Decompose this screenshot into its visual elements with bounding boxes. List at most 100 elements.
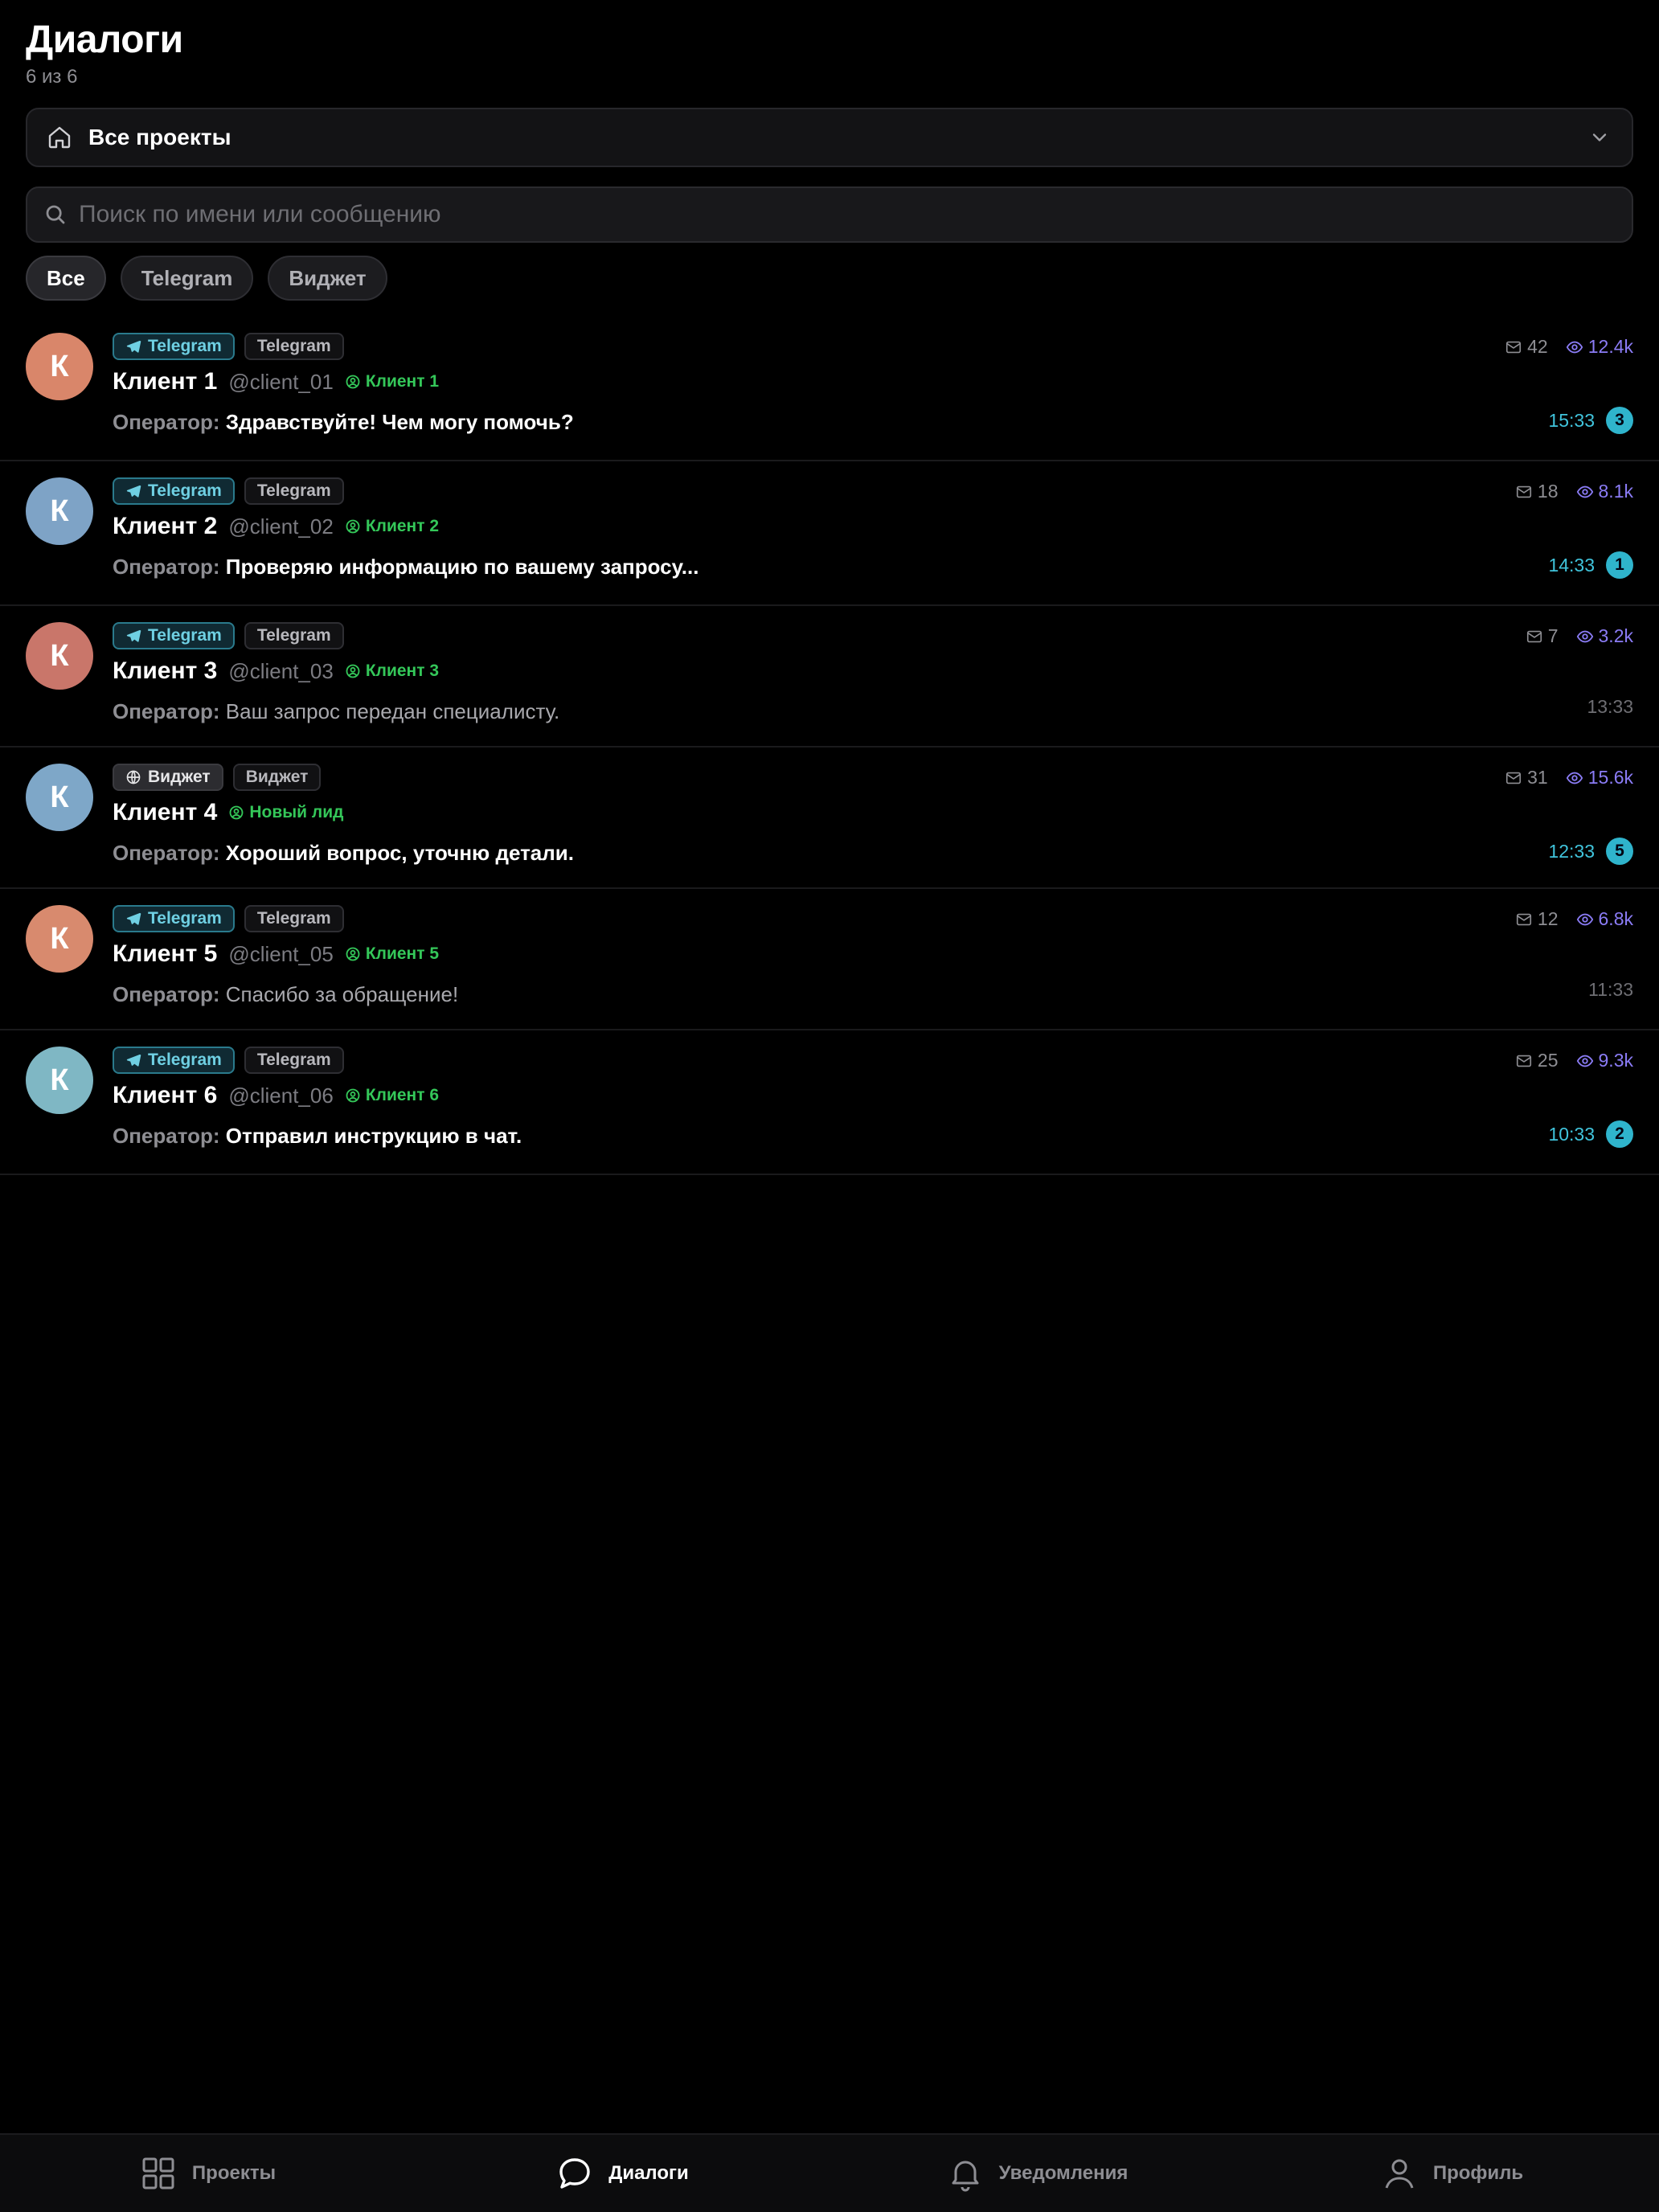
- source-tag: Telegram: [113, 1047, 235, 1074]
- page-header: Диалоги 6 из 6: [26, 18, 183, 88]
- message-count: 42: [1505, 336, 1548, 358]
- eye-icon: [1566, 769, 1583, 787]
- filter-chip-0[interactable]: Все: [26, 256, 106, 301]
- dialog-tags: Виджет Виджет: [113, 764, 322, 791]
- project-selector[interactable]: Все проекты: [26, 108, 1633, 167]
- name-line: Клиент 5 @client_05 Клиент 5: [113, 940, 439, 968]
- telegram-icon: [125, 628, 141, 644]
- search-icon: [43, 202, 69, 227]
- lead-badge: Клиент 1: [345, 372, 439, 391]
- mail-icon: [1526, 628, 1543, 645]
- message-time: 15:33: [1548, 409, 1595, 431]
- eye-icon: [1576, 483, 1594, 501]
- client-name: Клиент 4: [113, 799, 218, 825]
- message-time: 14:33: [1548, 554, 1595, 576]
- message-text: Хороший вопрос, уточню детали.: [225, 841, 574, 865]
- message-text: Проверяю информацию по вашему запросу...: [225, 555, 699, 579]
- dialog-row[interactable]: К Telegram Telegram Клиент 5 @client_05 Клиен…: [0, 889, 1659, 1030]
- message-count-value: 12: [1537, 908, 1559, 929]
- source-tag-label: Telegram: [148, 1051, 222, 1069]
- avatar: К: [26, 333, 93, 400]
- view-count-value: 8.1k: [1598, 481, 1633, 502]
- message-count-value: 7: [1547, 625, 1559, 646]
- telegram-icon: [125, 483, 141, 499]
- message-count-value: 42: [1527, 336, 1548, 357]
- eye-icon: [1576, 911, 1594, 928]
- view-count: 6.8k: [1576, 908, 1633, 930]
- unread-badge: 2: [1606, 1120, 1633, 1148]
- user-circle-icon: [345, 518, 361, 535]
- user-circle-icon: [228, 805, 244, 821]
- client-handle: @client_02: [228, 514, 334, 539]
- nav-label: Диалоги: [608, 2162, 689, 2184]
- name-line: Клиент 2 @client_02 Клиент 2: [113, 513, 439, 540]
- dialog-stats: 42 12.4k: [1505, 336, 1633, 358]
- client-handle: @client_03: [228, 658, 334, 683]
- nav-item-1[interactable]: Диалоги: [415, 2135, 830, 2212]
- unread-badge: 1: [1606, 551, 1633, 579]
- client-name: Клиент 3: [113, 657, 218, 684]
- filter-chip-2[interactable]: Виджет: [268, 256, 387, 301]
- client-handle: @client_01: [228, 369, 334, 394]
- dialog-row[interactable]: К Виджет Виджет Клиент 4 Новый лид Оператор: …: [0, 748, 1659, 889]
- eye-icon: [1576, 1052, 1594, 1070]
- page-title: Диалоги: [26, 18, 183, 61]
- view-count: 9.3k: [1576, 1050, 1633, 1071]
- dialog-row[interactable]: К Telegram Telegram Клиент 1 @client_01 Клиен…: [0, 317, 1659, 461]
- last-message: Оператор: Отправил инструкцию в чат.: [113, 1124, 522, 1149]
- avatar: К: [26, 477, 93, 545]
- search-input[interactable]: [79, 201, 1616, 228]
- view-count: 8.1k: [1576, 481, 1633, 502]
- message-text: Отправил инструкцию в чат.: [225, 1124, 522, 1148]
- dialog-row[interactable]: К Telegram Telegram Клиент 2 @client_02 Клиен…: [0, 461, 1659, 606]
- avatar: К: [26, 622, 93, 690]
- message-time: 12:33: [1548, 840, 1595, 862]
- user-icon: [1380, 2154, 1419, 2193]
- dialog-tags: Telegram Telegram: [113, 1047, 344, 1074]
- avatar: К: [26, 905, 93, 973]
- lead-label: Клиент 6: [365, 1086, 440, 1104]
- time-wrap: 13:33: [1587, 696, 1633, 718]
- source-tag-label: Виджет: [148, 768, 211, 786]
- filter-chip-1[interactable]: Telegram: [120, 256, 254, 301]
- dialog-tags: Telegram Telegram: [113, 333, 344, 360]
- message-count: 31: [1505, 767, 1548, 789]
- view-count: 12.4k: [1566, 336, 1633, 358]
- message-count-value: 25: [1537, 1050, 1559, 1071]
- lead-badge: Клиент 3: [345, 662, 439, 681]
- nav-item-2[interactable]: Уведомления: [830, 2135, 1244, 2212]
- telegram-icon: [125, 1052, 141, 1068]
- mail-icon: [1515, 911, 1533, 928]
- client-handle: @client_05: [228, 941, 334, 966]
- channel-tag: Telegram: [244, 333, 344, 360]
- unread-badge: 3: [1606, 407, 1633, 434]
- unread-badge: 5: [1606, 838, 1633, 865]
- message-time: 10:33: [1548, 1123, 1595, 1145]
- nav-item-0[interactable]: Проекты: [0, 2135, 415, 2212]
- dialog-stats: 31 15.6k: [1505, 767, 1633, 789]
- source-tag: Telegram: [113, 333, 235, 360]
- view-count: 3.2k: [1576, 625, 1633, 647]
- dialog-row[interactable]: К Telegram Telegram Клиент 3 @client_03 Клиен…: [0, 606, 1659, 748]
- client-name: Клиент 5: [113, 940, 218, 967]
- message-count: 25: [1515, 1050, 1559, 1071]
- source-tag-label: Telegram: [148, 626, 222, 645]
- lead-badge: Новый лид: [228, 803, 344, 822]
- search-bar[interactable]: [26, 186, 1633, 243]
- lead-label: Новый лид: [249, 803, 344, 821]
- nav-item-3[interactable]: Профиль: [1244, 2135, 1659, 2212]
- user-circle-icon: [345, 946, 361, 962]
- mail-icon: [1505, 769, 1522, 787]
- dialog-tags: Telegram Telegram: [113, 477, 344, 505]
- dialog-row[interactable]: К Telegram Telegram Клиент 6 @client_06 Клиен…: [0, 1030, 1659, 1175]
- client-name: Клиент 1: [113, 368, 218, 395]
- message-count-value: 18: [1537, 481, 1559, 502]
- name-line: Клиент 6 @client_06 Клиент 6: [113, 1082, 439, 1109]
- operator-label: Оператор:: [113, 1124, 226, 1148]
- time-wrap: 15:33 3: [1548, 407, 1633, 434]
- source-tag-label: Telegram: [148, 909, 222, 928]
- time-wrap: 12:33 5: [1548, 838, 1633, 865]
- eye-icon: [1576, 628, 1594, 645]
- eye-icon: [1566, 338, 1583, 356]
- source-tag: Telegram: [113, 477, 235, 505]
